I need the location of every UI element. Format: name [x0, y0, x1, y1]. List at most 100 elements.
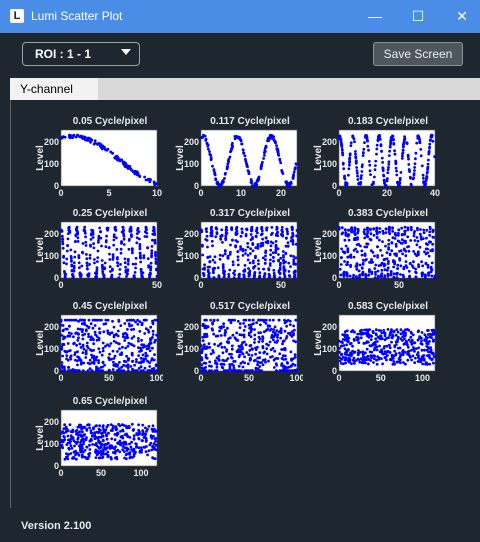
- y-tick-label: 100: [44, 159, 59, 169]
- data-point: [355, 166, 358, 169]
- tab-y-channel[interactable]: Y-channel: [10, 78, 98, 100]
- data-point: [214, 359, 217, 363]
- data-point: [356, 231, 359, 235]
- data-point: [66, 434, 70, 438]
- data-point: [118, 347, 121, 351]
- data-point: [208, 152, 212, 156]
- data-point: [282, 272, 286, 276]
- data-point: [351, 329, 355, 333]
- data-point: [352, 356, 356, 360]
- data-point: [100, 353, 104, 357]
- data-point: [384, 227, 388, 231]
- data-point: [89, 322, 93, 326]
- data-point: [91, 326, 95, 330]
- data-point: [106, 441, 110, 445]
- data-point: [392, 362, 396, 366]
- data-point: [235, 338, 239, 342]
- data-point: [202, 272, 205, 275]
- data-point: [293, 328, 296, 332]
- minimize-button[interactable]: —: [355, 0, 395, 33]
- scatter-plot: 0.25 Cycle/pixel Level 0 100 200 0 50: [27, 208, 163, 304]
- save-screen-button[interactable]: Save Screen: [373, 42, 463, 66]
- data-point: [365, 347, 369, 351]
- data-point: [360, 249, 364, 253]
- data-point: [151, 333, 155, 336]
- data-point: [133, 369, 137, 372]
- data-point: [84, 240, 88, 244]
- data-point: [74, 240, 77, 243]
- data-point: [239, 369, 243, 372]
- data-point: [247, 170, 251, 174]
- data-point: [407, 157, 410, 161]
- data-point: [380, 349, 384, 353]
- data-point: [204, 361, 208, 365]
- data-point: [151, 456, 154, 460]
- data-point: [354, 161, 358, 164]
- data-point: [218, 329, 221, 333]
- data-point: [123, 161, 127, 165]
- data-point: [400, 226, 404, 230]
- data-point: [154, 369, 158, 372]
- data-point: [70, 259, 73, 263]
- data-point: [223, 345, 227, 349]
- close-button[interactable]: ✕: [442, 0, 480, 33]
- data-point: [264, 258, 267, 262]
- data-point: [234, 233, 238, 236]
- data-point: [119, 324, 123, 327]
- data-point: [282, 265, 286, 269]
- data-point: [391, 229, 394, 233]
- data-point: [99, 230, 102, 233]
- data-point: [428, 340, 431, 343]
- data-point: [66, 358, 70, 362]
- data-point: [374, 343, 377, 347]
- data-point: [154, 252, 157, 256]
- data-point: [90, 439, 93, 442]
- data-point: [358, 360, 362, 364]
- data-point: [263, 272, 267, 275]
- data-point: [126, 344, 130, 348]
- data-point: [124, 265, 127, 269]
- data-point: [113, 438, 117, 442]
- data-point: [402, 275, 405, 279]
- data-point: [69, 434, 73, 438]
- data-point: [111, 255, 115, 259]
- data-point: [268, 264, 272, 267]
- data-point: [218, 326, 222, 329]
- data-point: [60, 443, 64, 447]
- data-point: [286, 241, 290, 244]
- data-point: [419, 235, 423, 239]
- data-point: [144, 450, 148, 453]
- data-point: [131, 251, 134, 255]
- data-point: [109, 429, 113, 432]
- roi-dropdown[interactable]: ROI : 1 - 1: [22, 42, 140, 66]
- data-point: [116, 350, 119, 353]
- data-point: [360, 333, 363, 336]
- data-point: [253, 333, 257, 337]
- data-point: [150, 255, 153, 259]
- data-point: [372, 331, 375, 334]
- data-point: [291, 242, 295, 246]
- maximize-button[interactable]: ☐: [398, 0, 438, 33]
- data-point: [139, 256, 142, 260]
- data-point: [341, 162, 345, 166]
- data-point: [263, 154, 266, 157]
- data-point: [355, 250, 359, 254]
- data-point: [155, 267, 158, 271]
- data-point: [384, 184, 388, 187]
- data-point: [275, 227, 279, 230]
- data-point: [392, 360, 396, 363]
- data-point: [72, 456, 76, 460]
- data-point: [146, 369, 150, 372]
- data-point: [155, 318, 159, 322]
- data-point: [373, 267, 377, 270]
- data-point: [78, 318, 82, 322]
- data-point: [394, 333, 398, 337]
- data-point: [200, 136, 204, 139]
- data-point: [124, 346, 127, 350]
- data-point: [401, 148, 405, 152]
- toolbar: ROI : 1 - 1 Save Screen: [0, 33, 480, 76]
- data-point: [343, 260, 346, 263]
- data-point: [409, 183, 413, 187]
- data-point: [73, 369, 77, 372]
- data-point: [399, 273, 402, 276]
